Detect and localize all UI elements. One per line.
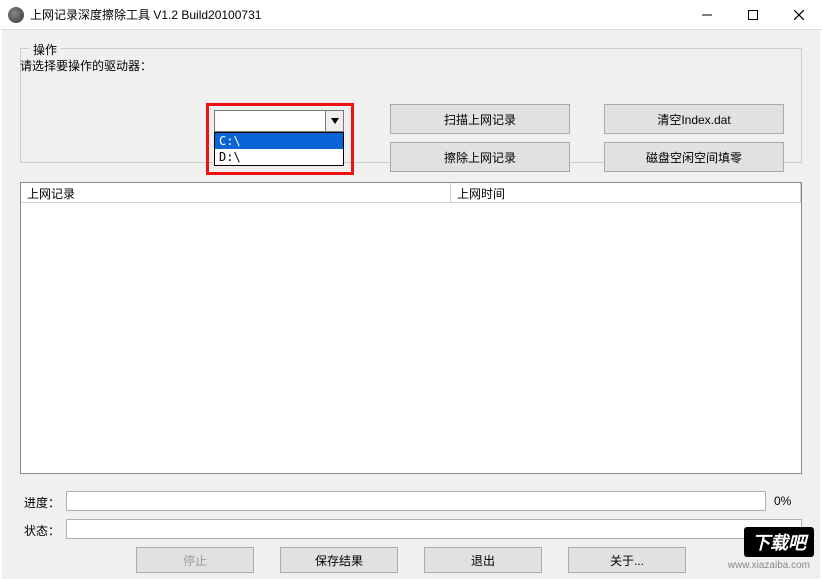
button-label: 退出 bbox=[471, 552, 495, 569]
clear-index-button[interactable]: 清空Index.dat bbox=[604, 104, 784, 134]
button-label: 擦除上网记录 bbox=[444, 149, 516, 166]
progress-label: 进度： bbox=[24, 494, 60, 511]
drive-select-label: 请选择要操作的驱动器： bbox=[20, 57, 152, 74]
watermark-logo: 下载吧 bbox=[744, 527, 814, 557]
drive-option-c[interactable]: C:\ bbox=[215, 133, 343, 149]
drive-option-d[interactable]: D:\ bbox=[215, 149, 343, 165]
drive-dropdown-list[interactable]: C:\ D:\ bbox=[214, 132, 344, 166]
progress-bar bbox=[66, 491, 766, 511]
listview-header: 上网记录 上网时间 bbox=[21, 183, 801, 203]
close-button[interactable] bbox=[776, 0, 822, 29]
save-results-button[interactable]: 保存结果 bbox=[280, 547, 398, 573]
stop-button[interactable]: 停止 bbox=[136, 547, 254, 573]
button-label: 停止 bbox=[183, 552, 207, 569]
button-label: 关于... bbox=[610, 552, 644, 569]
watermark-url: www.xiazaiba.com bbox=[728, 560, 810, 571]
about-button[interactable]: 关于... bbox=[568, 547, 686, 573]
drive-combobox[interactable] bbox=[214, 110, 344, 132]
progress-percent: 0% bbox=[774, 494, 791, 508]
exit-button[interactable]: 退出 bbox=[424, 547, 542, 573]
client-area: 操作 请选择要操作的驱动器： C:\ D:\ 扫描上网记录 擦除上网记录 清空I… bbox=[2, 30, 820, 579]
groupbox-legend: 操作 bbox=[29, 41, 61, 58]
app-icon bbox=[8, 7, 24, 23]
column-time[interactable]: 上网时间 bbox=[451, 183, 801, 203]
maximize-button[interactable] bbox=[730, 0, 776, 29]
listview-body[interactable] bbox=[21, 203, 801, 473]
wipe-records-button[interactable]: 擦除上网记录 bbox=[390, 142, 570, 172]
button-label: 清空Index.dat bbox=[657, 111, 730, 128]
titlebar: 上网记录深度擦除工具 V1.2 Build20100731 bbox=[0, 0, 822, 30]
chevron-down-icon bbox=[331, 118, 339, 124]
window-controls bbox=[684, 0, 822, 29]
drive-combobox-value[interactable] bbox=[215, 111, 325, 131]
records-listview[interactable]: 上网记录 上网时间 bbox=[20, 182, 802, 474]
zero-free-space-button[interactable]: 磁盘空闲空间填零 bbox=[604, 142, 784, 172]
button-label: 磁盘空闲空间填零 bbox=[646, 149, 742, 166]
drive-combobox-button[interactable] bbox=[325, 111, 343, 131]
column-record[interactable]: 上网记录 bbox=[21, 183, 451, 203]
button-label: 扫描上网记录 bbox=[444, 111, 516, 128]
bottom-toolbar: 停止 保存结果 退出 关于... bbox=[2, 543, 820, 579]
minimize-button[interactable] bbox=[684, 0, 730, 29]
status-text bbox=[66, 519, 802, 539]
status-label: 状态： bbox=[24, 522, 60, 539]
button-label: 保存结果 bbox=[315, 552, 363, 569]
scan-records-button[interactable]: 扫描上网记录 bbox=[390, 104, 570, 134]
window-title: 上网记录深度擦除工具 V1.2 Build20100731 bbox=[30, 6, 684, 23]
watermark-text: 下载吧 bbox=[744, 527, 814, 557]
